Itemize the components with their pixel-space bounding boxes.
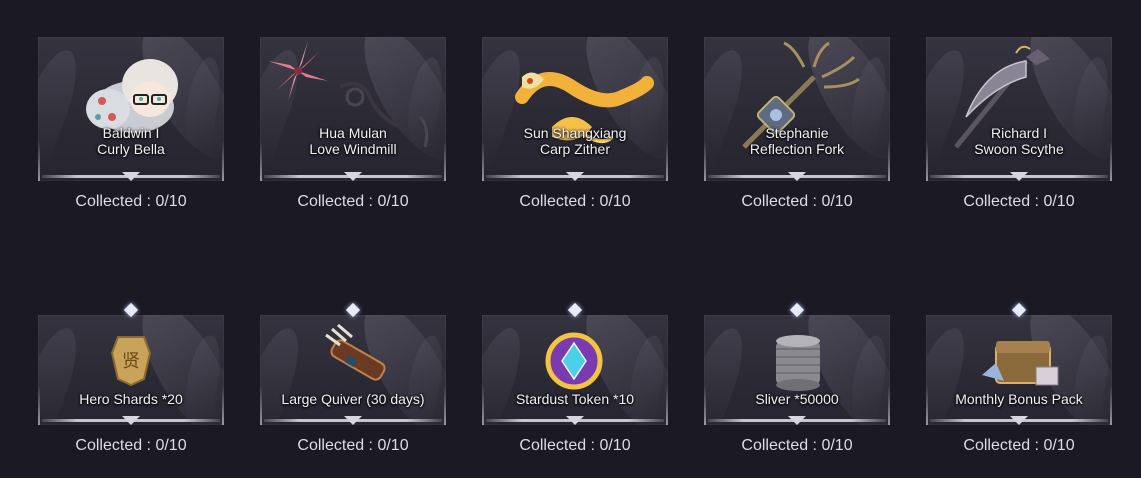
collected-count: Collected : 0/10 [297, 437, 409, 454]
collected-count: Collected : 0/10 [963, 437, 1075, 454]
collected-count: Collected : 0/10 [741, 437, 853, 454]
reward-name: Richard I Swoon Scythe [974, 125, 1064, 157]
reward-name: Baldwin I Curly Bella [97, 125, 165, 157]
reward-card-sliver[interactable]: Sliver *50000 Collected : 0/10 [704, 302, 890, 455]
card-frame: Large Quiver (30 days) [260, 315, 446, 425]
hero-shard-icon: 贤 [110, 336, 152, 387]
reward-card-stardust-token[interactable]: Stardust Token *10 Collected : 0/10 [482, 302, 668, 455]
reward-name: Hua Mulan Love Windmill [309, 125, 397, 157]
card-frame: Stardust Token *10 [482, 315, 668, 425]
reward-card-large-quiver[interactable]: Large Quiver (30 days) Collected : 0/10 [260, 302, 446, 455]
collected-count: Collected : 0/10 [75, 193, 187, 210]
reward-card-richard[interactable]: Richard I Swoon Scythe Collected : 0/10 [926, 37, 1112, 211]
collected-count: Collected : 0/10 [741, 193, 853, 210]
card-frame: Richard I Swoon Scythe [926, 37, 1112, 181]
quiver-icon [325, 323, 386, 381]
collected-count: Collected : 0/10 [297, 193, 409, 210]
card-frame: Sun Shangxiang Carp Zither [482, 37, 668, 181]
reward-card-baldwin[interactable]: Baldwin I Curly Bella Collected : 0/10 [38, 37, 224, 211]
card-frame: Hua Mulan Love Windmill [260, 37, 446, 181]
reward-name: Stephanie Reflection Fork [749, 125, 845, 157]
reward-card-sun-shangxiang[interactable]: Sun Shangxiang Carp Zither Collected : 0… [482, 37, 668, 211]
reward-card-hua-mulan[interactable]: Hua Mulan Love Windmill Collected : 0/10 [260, 37, 446, 211]
reward-name: Hero Shards *20 [79, 391, 183, 407]
stardust-token-icon [545, 332, 603, 390]
reward-name: Sliver *50000 [755, 391, 839, 407]
reward-name: Stardust Token *10 [515, 391, 635, 407]
card-frame: Sliver *50000 [704, 315, 890, 425]
collected-count: Collected : 0/10 [519, 437, 631, 454]
reward-name: Large Quiver (30 days) [281, 391, 425, 407]
card-frame: Stephanie Reflection Fork [704, 37, 890, 181]
reward-name: Monthly Bonus Pack [955, 391, 1083, 407]
collected-count: Collected : 0/10 [75, 437, 187, 454]
bonus-pack-icon [982, 341, 1059, 386]
svg-text:贤: 贤 [122, 351, 140, 372]
collected-count: Collected : 0/10 [519, 193, 631, 210]
collected-count: Collected : 0/10 [963, 193, 1075, 210]
reward-card-hero-shards[interactable]: 贤 Hero Shards *20 Collected : 0/10 [38, 302, 224, 455]
card-frame: Baldwin I Curly Bella [38, 37, 224, 181]
reward-grid: Baldwin I Curly Bella Collected : 0/10 H… [0, 0, 1141, 478]
reward-card-monthly-bonus-pack[interactable]: Monthly Bonus Pack Collected : 0/10 [926, 302, 1112, 455]
card-frame: Monthly Bonus Pack [926, 315, 1112, 425]
sliver-coins-icon [776, 335, 820, 391]
card-frame: 贤 Hero Shards *20 [38, 315, 224, 425]
reward-card-stephanie[interactable]: Stephanie Reflection Fork Collected : 0/… [704, 37, 890, 211]
reward-name: Sun Shangxiang Carp Zither [523, 125, 627, 157]
